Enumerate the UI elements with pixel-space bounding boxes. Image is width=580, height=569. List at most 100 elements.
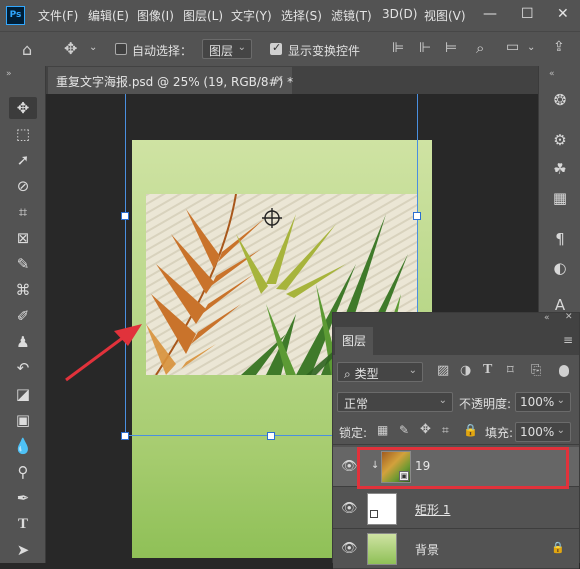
gradient-tool-icon[interactable]: ▣	[12, 409, 34, 431]
document-tab[interactable]: 重复文字海报.psd @ 25% (19, RGB/8#) * ✕	[48, 67, 293, 94]
filter-toggle-icon[interactable]	[559, 365, 569, 377]
swatches-icon[interactable]: ☘	[549, 158, 571, 180]
opacity-input[interactable]: 100% ⌄	[515, 392, 571, 412]
pixel-filter-icon[interactable]: ▨	[437, 363, 449, 378]
home-icon[interactable]: ⌂	[22, 40, 32, 59]
menu-select[interactable]: 选择(S)	[281, 7, 322, 24]
frame-tool-icon[interactable]: ⊠	[12, 227, 34, 249]
paragraph-icon[interactable]: ¶	[549, 228, 571, 250]
transform-handle-left[interactable]	[121, 212, 129, 220]
chevron-down-icon[interactable]: ⌄	[527, 42, 535, 53]
show-transform-checkbox[interactable]	[270, 41, 282, 55]
layer-filter-value: 类型	[354, 367, 379, 381]
menu-layer[interactable]: 图层(L)	[183, 7, 223, 24]
brush-tool-icon[interactable]: ✐	[12, 305, 34, 327]
chevron-down-icon: ⌄	[408, 365, 417, 376]
menu-image[interactable]: 图像(I)	[137, 7, 174, 24]
menu-file[interactable]: 文件(F)	[38, 7, 78, 24]
align-left-icon[interactable]: ⊫	[392, 40, 404, 56]
panel-menu-icon[interactable]: ≡	[563, 333, 573, 347]
layers-tab[interactable]: 图层	[335, 327, 373, 355]
chevron-down-icon[interactable]: ⌄	[89, 42, 97, 53]
close-icon[interactable]: ✕	[275, 73, 284, 86]
minimize-icon[interactable]: —	[483, 6, 497, 22]
blur-tool-icon[interactable]: 💧	[12, 435, 34, 457]
visibility-eye-icon[interactable]: 👁	[341, 541, 358, 556]
move-tool-icon[interactable]: ✥	[64, 39, 77, 58]
menu-edit[interactable]: 编辑(E)	[88, 7, 129, 24]
fill-value: 100%	[520, 425, 555, 439]
quick-select-tool-icon[interactable]: ⊘	[12, 175, 34, 197]
align-center-icon[interactable]: ⊩	[419, 40, 431, 56]
menu-filter[interactable]: 滤镜(T)	[331, 7, 372, 24]
dodge-tool-icon[interactable]: ⚲	[12, 461, 34, 483]
shape-filter-icon[interactable]: ⌑	[507, 363, 514, 378]
history-brush-tool-icon[interactable]: ↶	[12, 357, 34, 379]
levels-icon[interactable]: ◐	[549, 257, 571, 279]
lock-all-icon[interactable]: 🔒	[463, 423, 478, 437]
blend-mode-dropdown[interactable]: 正常 ⌄	[337, 392, 453, 412]
grid-icon[interactable]: ▦	[549, 187, 571, 209]
menu-view[interactable]: 视图(V)	[424, 7, 466, 24]
collapse-icon[interactable]: «	[544, 313, 550, 323]
layer-row-rectangle-1[interactable]: 👁 矩形 1	[333, 489, 579, 529]
color-wheel-icon[interactable]: ❂	[549, 89, 571, 111]
path-select-tool-icon[interactable]: ➤	[12, 539, 34, 561]
visibility-eye-icon[interactable]: 👁	[341, 459, 358, 474]
chevron-down-icon: ⌄	[237, 42, 246, 53]
expand-panel-icon[interactable]: »	[6, 69, 12, 79]
show-transform-label: 显示变换控件	[288, 44, 361, 58]
chevron-down-icon: ⌄	[556, 425, 565, 436]
collapse-icon[interactable]: «	[549, 69, 555, 79]
type-tool-icon[interactable]: T	[12, 513, 34, 535]
lock-position-icon[interactable]: ✥	[420, 422, 431, 437]
fill-input[interactable]: 100% ⌄	[515, 422, 571, 442]
auto-select-target-dropdown[interactable]: 图层 ⌄	[202, 39, 252, 59]
menu-3d[interactable]: 3D(D)	[382, 7, 417, 21]
red-arrow-annotation	[65, 324, 142, 382]
stamp-tool-icon[interactable]: ♟	[12, 331, 34, 353]
menu-bar: Ps 文件(F) 编辑(E) 图像(I) 图层(L) 文字(Y) 选择(S) 滤…	[0, 0, 580, 31]
close-icon[interactable]: ✕	[557, 6, 569, 22]
share-icon[interactable]: ⇪	[553, 39, 565, 55]
layer-filter-dropdown[interactable]: ⌕ 类型 ⌄	[337, 362, 423, 382]
smart-object-filter-icon[interactable]: ⎘	[531, 363, 541, 378]
pen-tool-icon[interactable]: ✒	[12, 487, 34, 509]
fill-label: 填充:	[485, 426, 514, 440]
layers-title-bar: 图层 ≡	[333, 327, 579, 355]
visibility-eye-icon[interactable]: 👁	[341, 501, 358, 516]
auto-select-label: 自动选择：	[132, 44, 193, 58]
lock-pixels-icon[interactable]: ✎	[399, 423, 409, 437]
menu-type[interactable]: 文字(Y)	[231, 7, 272, 24]
lock-icon: 🔒	[551, 541, 565, 554]
layer-name[interactable]: 矩形 1	[415, 501, 450, 518]
type-filter-icon[interactable]: T	[483, 362, 492, 378]
lock-transparent-icon[interactable]: ▦	[377, 423, 388, 437]
transform-handle-right[interactable]	[413, 212, 421, 220]
adjustment-filter-icon[interactable]: ◑	[460, 363, 471, 378]
search-icon[interactable]: ⌕	[476, 39, 484, 57]
lock-artboard-icon[interactable]: ⌗	[442, 423, 449, 438]
close-icon[interactable]: ✕	[565, 312, 573, 322]
layer-name[interactable]: 背景	[415, 541, 439, 558]
layers-panel: « ✕ 图层 ≡ ⌕ 类型 ⌄ ▨ ◑ T ⌑ ⎘ 正常 ⌄ 不透明度: 100…	[332, 312, 580, 569]
eraser-tool-icon[interactable]: ◪	[12, 383, 34, 405]
transform-handle-bottom-left[interactable]	[121, 432, 129, 440]
adjustments-icon[interactable]: ⚙	[549, 129, 571, 151]
document-tab-bar: 重复文字海报.psd @ 25% (19, RGB/8#) * ✕	[46, 66, 538, 94]
search-icon: ⌕	[344, 367, 351, 381]
layer-thumbnail	[367, 493, 397, 525]
auto-select-checkbox[interactable]	[115, 43, 127, 55]
photoshop-logo: Ps	[6, 6, 25, 25]
healing-brush-tool-icon[interactable]: ⌘	[12, 279, 34, 301]
eyedropper-tool-icon[interactable]: ✎	[12, 253, 34, 275]
lasso-tool-icon[interactable]: ➚	[12, 149, 34, 171]
align-right-icon[interactable]: ⊨	[445, 40, 457, 56]
workspace-icon[interactable]: ▭	[506, 39, 519, 55]
marquee-tool-icon[interactable]: ⬚	[12, 123, 34, 145]
crop-tool-icon[interactable]: ⌗	[12, 201, 34, 223]
maximize-icon[interactable]: ☐	[521, 6, 534, 22]
move-tool-icon[interactable]: ✥	[9, 97, 37, 119]
layer-row-background[interactable]: 👁 背景 🔒	[333, 529, 579, 569]
transform-handle-bottom[interactable]	[267, 432, 275, 440]
